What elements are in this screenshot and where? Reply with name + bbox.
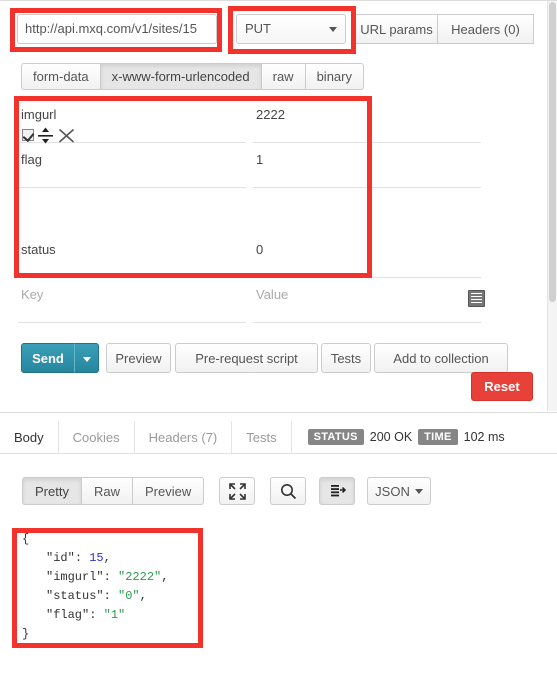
url-params-button[interactable]: URL params bbox=[355, 14, 438, 44]
response-format-value: JSON bbox=[375, 483, 410, 499]
json-token: "1" bbox=[103, 608, 126, 622]
json-token: "0" bbox=[118, 589, 140, 603]
json-token: : bbox=[103, 570, 119, 584]
json-line: "id": 15, bbox=[22, 549, 168, 568]
drag-handle-icon[interactable] bbox=[37, 126, 54, 145]
tab-binary[interactable]: binary bbox=[304, 63, 364, 90]
fullscreen-button[interactable] bbox=[219, 477, 255, 505]
scrollbar-thumb[interactable] bbox=[549, 2, 556, 302]
response-tabs: Body Cookies Headers (7) Tests STATUS 20… bbox=[0, 421, 557, 453]
status-value: 200 OK bbox=[369, 430, 413, 444]
reset-button[interactable]: Reset bbox=[471, 372, 533, 401]
expand-icon bbox=[228, 482, 246, 500]
json-line: "flag": "1" bbox=[22, 606, 168, 625]
json-token: , bbox=[161, 570, 169, 584]
json-token: , bbox=[103, 551, 111, 565]
delete-row-icon[interactable] bbox=[57, 126, 76, 145]
tab-body[interactable]: Body bbox=[0, 421, 59, 453]
field-underline bbox=[253, 322, 481, 323]
json-line: { bbox=[22, 530, 168, 549]
json-token: "2222" bbox=[118, 570, 162, 584]
word-wrap-toggle[interactable] bbox=[319, 477, 355, 505]
tab-raw-view[interactable]: Raw bbox=[80, 477, 133, 505]
json-token: 15 bbox=[89, 551, 104, 565]
field-underline bbox=[18, 322, 246, 323]
pre-request-script-button[interactable]: Pre-request script bbox=[175, 343, 318, 373]
body-view-tabs: Pretty Raw Preview bbox=[22, 477, 205, 505]
json-token: "id" bbox=[46, 551, 75, 565]
tests-button[interactable]: Tests bbox=[321, 343, 371, 373]
window-top-border bbox=[0, 0, 557, 1]
json-line: "imgurl": "2222", bbox=[22, 568, 168, 587]
pane-divider bbox=[0, 412, 557, 413]
add-to-collection-button[interactable]: Add to collection bbox=[374, 343, 508, 373]
chevron-down-icon bbox=[414, 488, 423, 494]
json-token: : bbox=[89, 608, 104, 622]
tab-preview-view[interactable]: Preview bbox=[131, 477, 205, 505]
status-badge-label: STATUS bbox=[307, 429, 364, 445]
request-pane-scrollbar[interactable] bbox=[547, 1, 557, 411]
json-token: "status" bbox=[46, 589, 104, 603]
search-body-button[interactable] bbox=[270, 477, 306, 505]
row-tools bbox=[22, 125, 76, 145]
form-value-text: 0 bbox=[256, 242, 264, 257]
bulk-edit-icon[interactable] bbox=[468, 290, 485, 307]
tab-tests[interactable]: Tests bbox=[232, 421, 292, 453]
request-url-input[interactable]: http://api.mxq.com/v1/sites/15 bbox=[17, 14, 217, 44]
json-line: "status": "0", bbox=[22, 587, 168, 606]
http-method-value: PUT bbox=[245, 21, 271, 36]
json-token: "imgurl" bbox=[46, 570, 104, 584]
table-row: status 0 bbox=[18, 233, 488, 278]
table-row: flag 1 bbox=[18, 127, 488, 188]
table-row-spacer bbox=[18, 188, 488, 233]
http-method-select[interactable]: PUT bbox=[236, 14, 346, 44]
preview-button[interactable]: Preview bbox=[106, 343, 171, 373]
form-key-cell[interactable]: flag bbox=[18, 143, 253, 188]
json-token: : bbox=[103, 589, 119, 603]
chevron-down-icon bbox=[329, 27, 337, 32]
tab-pretty[interactable]: Pretty bbox=[22, 477, 82, 505]
form-key-text: flag bbox=[21, 152, 42, 167]
search-icon bbox=[280, 483, 296, 499]
new-value-placeholder: Value bbox=[256, 287, 289, 302]
form-value-text: 1 bbox=[256, 152, 264, 167]
tab-form-data[interactable]: form-data bbox=[21, 63, 101, 90]
json-token: : bbox=[74, 551, 90, 565]
new-key-cell[interactable]: Key bbox=[18, 278, 253, 323]
response-tabs-underline bbox=[0, 453, 557, 454]
form-data-table: imgurl 2222 flag 1 status 0 Key Value bbox=[18, 98, 488, 323]
new-value-cell[interactable]: Value bbox=[253, 278, 488, 323]
form-key-text: imgurl bbox=[21, 107, 57, 122]
form-value-text: 2222 bbox=[256, 107, 285, 122]
send-button[interactable]: Send bbox=[21, 343, 75, 373]
form-value-cell[interactable]: 0 bbox=[253, 233, 488, 278]
time-value: 102 ms bbox=[463, 430, 505, 444]
form-key-text: status bbox=[21, 242, 56, 257]
send-options-button[interactable] bbox=[74, 343, 99, 373]
new-key-placeholder: Key bbox=[21, 287, 44, 302]
form-value-cell[interactable]: 2222 bbox=[253, 98, 488, 143]
headers-button[interactable]: Headers (0) bbox=[437, 14, 534, 44]
form-value-cell[interactable]: 1 bbox=[253, 143, 488, 188]
body-type-tabs: form-data x-www-form-urlencoded raw bina… bbox=[21, 63, 364, 90]
json-token: } bbox=[22, 627, 30, 641]
json-token: "flag" bbox=[46, 608, 90, 622]
response-meta: STATUS 200 OK TIME 102 ms bbox=[307, 429, 505, 445]
word-wrap-icon bbox=[330, 485, 346, 497]
json-line: } bbox=[22, 625, 168, 644]
time-badge-label: TIME bbox=[418, 429, 458, 445]
response-body-json[interactable]: {"id": 15, "imgurl": "2222", "status": "0"… bbox=[22, 530, 168, 644]
tab-headers[interactable]: Headers (7) bbox=[135, 421, 233, 453]
tab-cookies[interactable]: Cookies bbox=[59, 421, 135, 453]
response-format-select[interactable]: JSON bbox=[367, 477, 431, 505]
json-token: { bbox=[22, 532, 30, 546]
tab-x-www-form-urlencoded[interactable]: x-www-form-urlencoded bbox=[99, 63, 262, 90]
form-key-cell[interactable]: status bbox=[18, 233, 253, 278]
json-token: , bbox=[139, 589, 147, 603]
row-enabled-checkbox[interactable] bbox=[22, 129, 34, 141]
tab-raw[interactable]: raw bbox=[260, 63, 306, 90]
table-row-new: Key Value bbox=[18, 278, 488, 323]
table-row: imgurl 2222 bbox=[18, 98, 488, 143]
